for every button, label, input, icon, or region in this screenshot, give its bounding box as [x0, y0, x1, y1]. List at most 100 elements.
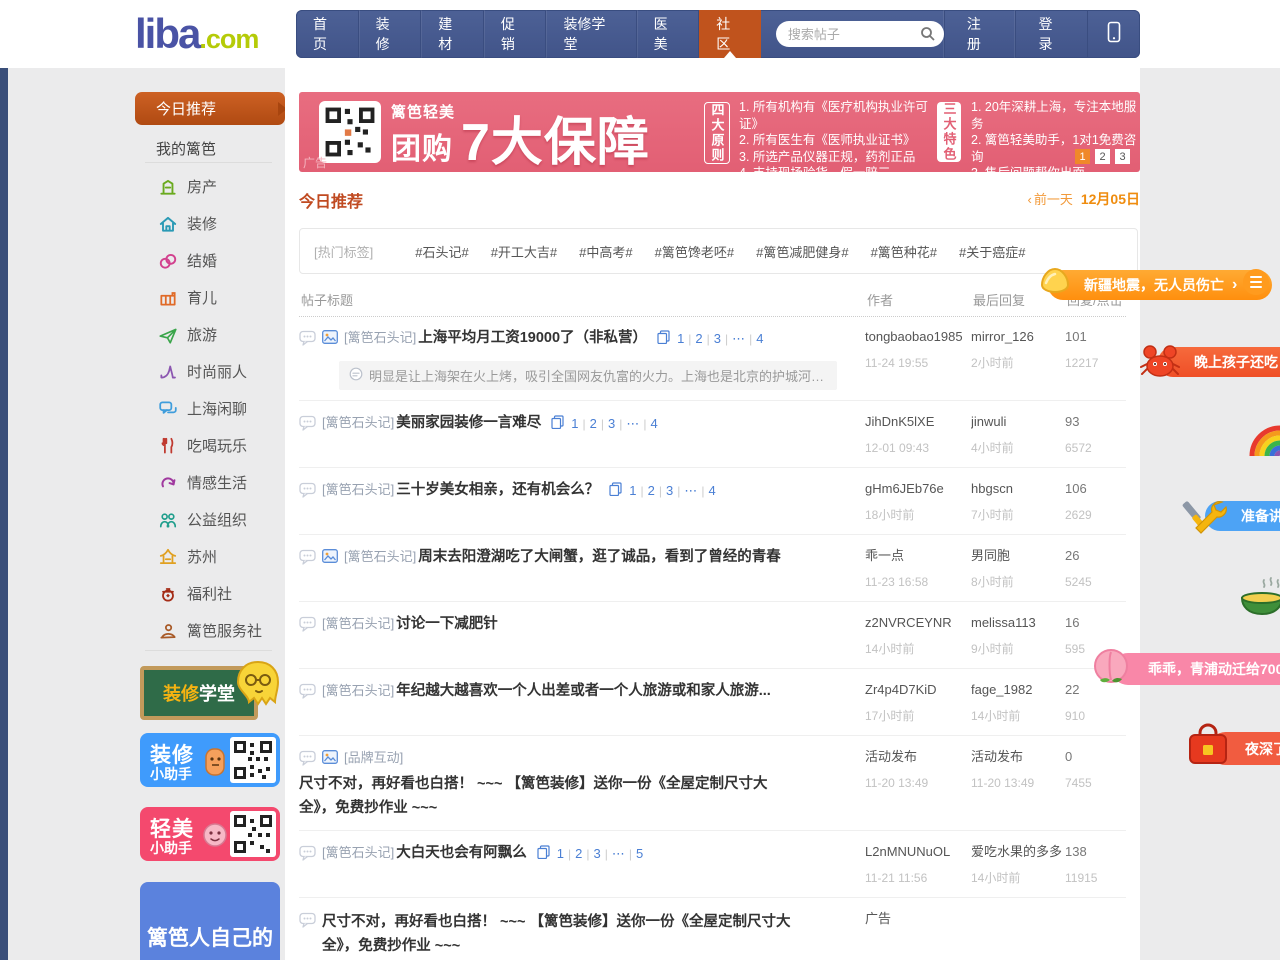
hot-tag[interactable]: #石头记#	[415, 242, 468, 261]
sidebar-item-emotions[interactable]: 情感生活	[8, 464, 285, 501]
page-link[interactable]: 3	[710, 331, 725, 346]
post-author[interactable]: tongbaobao1985	[865, 328, 971, 346]
post-title[interactable]: 美丽家园装修一言难尽	[396, 413, 541, 433]
page-link[interactable]: 2	[586, 416, 601, 431]
sidebar-item-property[interactable]: 房产	[8, 168, 285, 205]
page-link[interactable]: 3	[589, 846, 604, 861]
post-title[interactable]: 讨论一下减肥针	[396, 614, 498, 634]
nav-item-renovation[interactable]: 装修	[359, 10, 422, 58]
sidebar-item-wedding[interactable]: 结婚	[8, 242, 285, 279]
menu-icon[interactable]	[1243, 269, 1269, 295]
prev-day-link[interactable]: 前一天	[1034, 192, 1073, 207]
page-link[interactable]: ⋯	[728, 331, 749, 346]
ad-page-1[interactable]: 1	[1075, 149, 1090, 164]
page-link[interactable]: 1	[567, 416, 582, 431]
hot-tag[interactable]: #篱笆减肥健身#	[756, 242, 848, 261]
mobile-app-button[interactable]	[1087, 10, 1140, 58]
sidebar-item-travel[interactable]: 旅游	[8, 316, 285, 353]
news-banner-peach[interactable]: 乖乖，青浦动迁给700万	[1112, 653, 1280, 685]
hot-tag[interactable]: #开工大吉#	[491, 242, 557, 261]
liba-logo[interactable]: liba.com	[135, 10, 258, 58]
hot-tag[interactable]: #篱笆馋老呸#	[655, 242, 734, 261]
nav-item-community-active[interactable]: 社区	[699, 10, 761, 58]
page-link[interactable]: ⋯	[622, 416, 643, 431]
last-reply-user[interactable]: mirror_126	[971, 328, 1065, 346]
page-link[interactable]: 4	[704, 483, 719, 498]
post-title[interactable]: 年纪越大越喜欢一个人出差或者一个人旅游或和家人旅游...	[396, 681, 771, 701]
post-title[interactable]: 周末去阳澄湖吃了大闸蟹，逛了诚品，看到了曾经的青春	[418, 547, 781, 567]
red-bag-icon[interactable]	[1184, 723, 1232, 772]
page-link[interactable]: 4	[646, 416, 661, 431]
page-link[interactable]: 2	[644, 483, 659, 498]
page-link[interactable]: 5	[632, 846, 647, 861]
page-link[interactable]: 1	[553, 846, 568, 861]
sidebar-item-renovation[interactable]: 装修	[8, 205, 285, 242]
sidebar-item-charity[interactable]: 公益组织	[8, 501, 285, 538]
hot-tag[interactable]: #中高考#	[579, 242, 632, 261]
post-author[interactable]: gHm6JEb76e	[865, 480, 971, 498]
renovation-group-banner[interactable]: 篱笆人自己的 装修互助群	[140, 882, 280, 960]
post-title[interactable]: 尺寸不对，再好看也白搭！ ~~~ 【篱笆装修】送你一份《全屋定制尺寸大全》，免费…	[322, 910, 822, 958]
register-link[interactable]: 注册	[944, 10, 1016, 58]
page-link[interactable]: 1	[673, 331, 688, 346]
dumpling-icon[interactable]	[1034, 259, 1076, 306]
nav-item-promo[interactable]: 促销	[484, 10, 547, 58]
nav-item-home[interactable]: 首页	[296, 10, 359, 58]
sidebar-item-my-liba[interactable]: 我的篱笆	[156, 138, 216, 159]
post-author[interactable]: 乖一点	[865, 547, 971, 565]
rainbow-icon[interactable]	[1247, 418, 1280, 463]
beauty-helper-banner[interactable]: 轻美 小助手	[140, 807, 280, 861]
last-reply-user[interactable]: hbgscn	[971, 480, 1065, 498]
page-link[interactable]: 1	[625, 483, 640, 498]
login-link[interactable]: 登录	[1015, 10, 1087, 58]
sidebar-item-welfare[interactable]: 福利社	[8, 575, 285, 612]
last-reply-user[interactable]: jinwuli	[971, 413, 1065, 431]
post-author[interactable]: JihDnK5lXE	[865, 413, 971, 431]
top-ad-banner[interactable]: 篱笆轻美 团购 7大保障 四大原则 1. 所有机构有《医疗机构执业许可证》2. …	[299, 92, 1140, 172]
renovation-helper-banner[interactable]: 装修 小助手	[140, 733, 280, 787]
last-reply-user[interactable]: fage_1982	[971, 681, 1065, 699]
page-link[interactable]: 2	[691, 331, 706, 346]
chevron-left-icon[interactable]: ‹	[1027, 192, 1031, 207]
hot-tag[interactable]: #篱笆种花#	[871, 242, 937, 261]
last-reply-user[interactable]: 男同胞	[971, 547, 1065, 565]
last-reply-user[interactable]: melissa113	[971, 614, 1065, 632]
post-author[interactable]: z2NVRCEYNR	[865, 614, 971, 632]
nav-item-school[interactable]: 装修学堂	[546, 10, 636, 58]
page-link[interactable]: 3	[662, 483, 677, 498]
post-author[interactable]: Zr4p4D7KiD	[865, 681, 971, 699]
sidebar-item-fashion[interactable]: 时尚丽人	[8, 353, 285, 390]
sidebar-item-today-active[interactable]: 今日推荐	[135, 92, 285, 125]
sidebar-item-food-fun[interactable]: 吃喝玩乐	[8, 427, 285, 464]
nav-item-medical[interactable]: 医美	[637, 10, 700, 58]
post-title[interactable]: 三十岁美女相亲，还有机会么？	[396, 480, 599, 500]
crab-icon[interactable]	[1138, 340, 1182, 387]
hot-tag[interactable]: #关于癌症#	[959, 242, 1025, 261]
page-link[interactable]: 4	[752, 331, 767, 346]
sidebar-item-shanghai-chat[interactable]: 上海闲聊	[8, 390, 285, 427]
page-link[interactable]: 2	[571, 846, 586, 861]
ad-page-2[interactable]: 2	[1095, 149, 1110, 164]
sidebar-item-parenting[interactable]: 育儿	[8, 279, 285, 316]
tools-icon[interactable]	[1182, 494, 1228, 541]
sidebar-item-suzhou[interactable]: 苏州	[8, 538, 285, 575]
news-banner-earthquake[interactable]: 新疆地震，无人员伤亡›	[1048, 270, 1272, 300]
peach-icon[interactable]	[1088, 644, 1134, 695]
last-reply-user[interactable]: 爱吃水果的多多	[971, 843, 1065, 861]
post-title[interactable]: 尺寸不对，再好看也白搭！ ~~~ 【篱笆装修】送你一份《全屋定制尺寸大全》，免费…	[299, 772, 779, 820]
post-title[interactable]: 大白天也会有阿飘么	[396, 843, 527, 863]
sidebar-item-service[interactable]: 篱笆服务社	[8, 612, 285, 649]
search-input[interactable]	[776, 21, 944, 47]
search-icon[interactable]	[920, 26, 936, 42]
post-title[interactable]: 上海平均月工资19000了（非私营）	[418, 328, 647, 348]
page-link[interactable]: 3	[604, 416, 619, 431]
page-link[interactable]: ⋯	[608, 846, 629, 861]
post-author[interactable]: L2nMNUNuOL	[865, 843, 971, 861]
post-author[interactable]: 活动发布	[865, 748, 971, 766]
ad-page-3[interactable]: 3	[1115, 149, 1130, 164]
renovation-school-banner[interactable]: 装修学堂	[140, 658, 280, 716]
nav-item-materials[interactable]: 建材	[421, 10, 484, 58]
last-reply-user[interactable]: 活动发布	[971, 748, 1065, 766]
soup-bowl-icon[interactable]	[1234, 576, 1280, 627]
page-link[interactable]: ⋯	[680, 483, 701, 498]
